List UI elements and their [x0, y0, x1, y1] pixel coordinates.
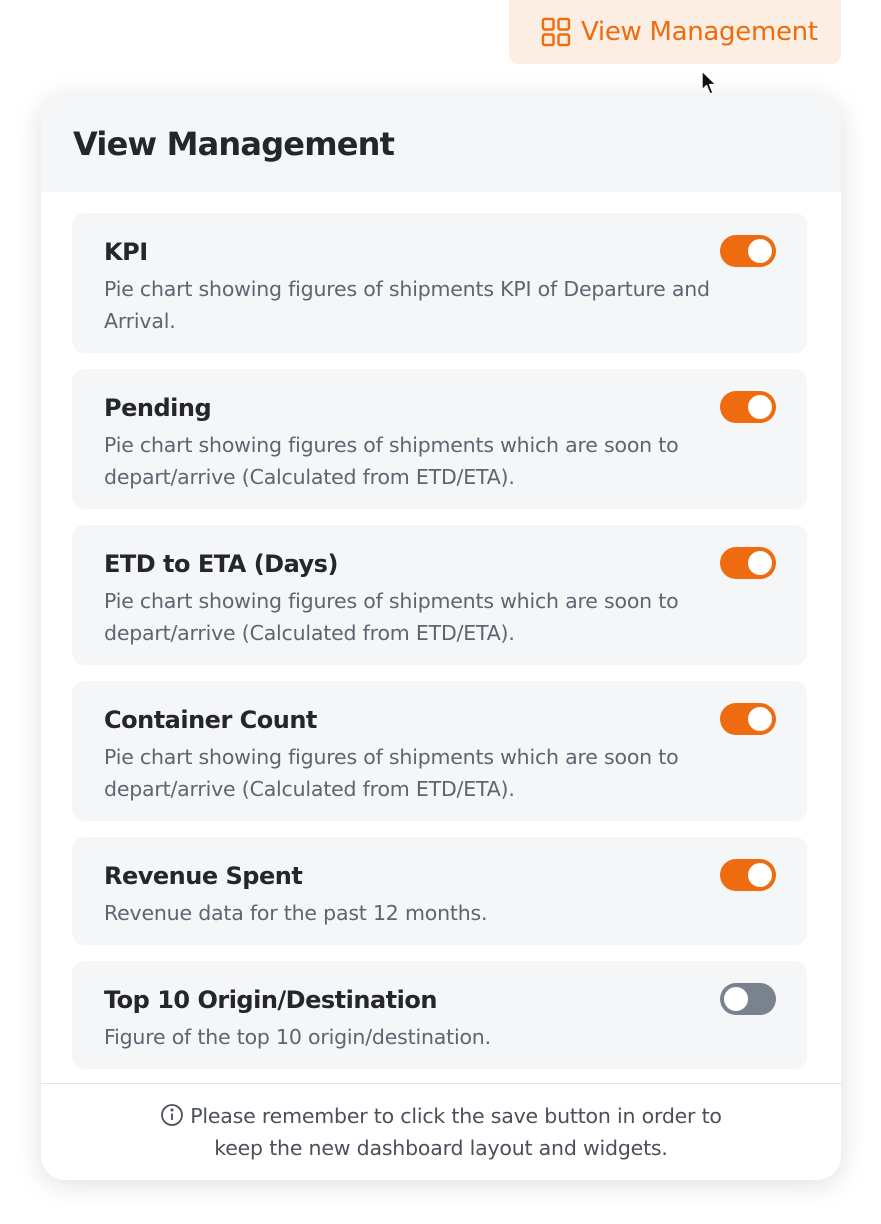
- save-reminder-note: Please remember to click the save button…: [41, 1100, 841, 1164]
- widget-card-top-10-origin-destination: Top 10 Origin/Destination Figure of the …: [72, 961, 807, 1069]
- page: View Management View Management KPI Pie …: [0, 0, 881, 1224]
- widget-description: Pie chart showing figures of shipments w…: [104, 745, 679, 801]
- widget-description: Pie chart showing figures of shipments w…: [104, 433, 679, 489]
- widget-description: Figure of the top 10 origin/destination.: [104, 1025, 491, 1049]
- kpi-toggle[interactable]: [720, 235, 776, 267]
- toggle-knob: [748, 239, 772, 263]
- revenue-spent-toggle[interactable]: [720, 859, 776, 891]
- info-icon: [161, 1104, 184, 1126]
- footer-divider: [41, 1083, 841, 1084]
- toggle-knob: [748, 395, 772, 419]
- view-management-button-label: View Management: [581, 17, 818, 47]
- save-reminder-line-1: Please remember to click the save button…: [41, 1100, 841, 1132]
- widget-card-kpi: KPI Pie chart showing figures of shipmen…: [72, 213, 807, 353]
- widget-card-etd-to-eta: ETD to ETA (Days) Pie chart showing figu…: [72, 525, 807, 665]
- mouse-cursor-icon: [701, 70, 717, 95]
- view-management-panel: View Management KPI Pie chart showing fi…: [41, 96, 841, 1180]
- panel-title: View Management: [73, 125, 395, 163]
- container-count-toggle[interactable]: [720, 703, 776, 735]
- widget-title: Top 10 Origin/Destination: [104, 986, 437, 1014]
- widget-title: ETD to ETA (Days): [104, 550, 338, 578]
- widget-card-container-count: Container Count Pie chart showing figure…: [72, 681, 807, 821]
- toggle-knob: [748, 863, 772, 887]
- save-reminder-line-2: keep the new dashboard layout and widget…: [214, 1136, 668, 1160]
- pending-toggle[interactable]: [720, 391, 776, 423]
- widget-title: Container Count: [104, 706, 317, 734]
- widget-description: Pie chart showing figures of shipments w…: [104, 589, 679, 645]
- view-management-button[interactable]: View Management: [509, 0, 841, 64]
- widget-description: Revenue data for the past 12 months.: [104, 901, 488, 925]
- toggle-knob: [748, 707, 772, 731]
- top-10-origin-destination-toggle[interactable]: [720, 983, 776, 1015]
- grid-icon: [541, 17, 571, 47]
- widget-title: Revenue Spent: [104, 862, 303, 890]
- widget-title: Pending: [104, 394, 212, 422]
- save-reminder-text-1: Please remember to click the save button…: [190, 1104, 722, 1128]
- widget-card-revenue-spent: Revenue Spent Revenue data for the past …: [72, 837, 807, 945]
- panel-header: View Management: [41, 96, 841, 192]
- toggle-knob: [724, 987, 748, 1011]
- etd-to-eta-toggle[interactable]: [720, 547, 776, 579]
- widget-card-pending: Pending Pie chart showing figures of shi…: [72, 369, 807, 509]
- widget-description: Pie chart showing figures of shipments K…: [104, 277, 710, 333]
- toggle-knob: [748, 551, 772, 575]
- widget-title: KPI: [104, 238, 148, 266]
